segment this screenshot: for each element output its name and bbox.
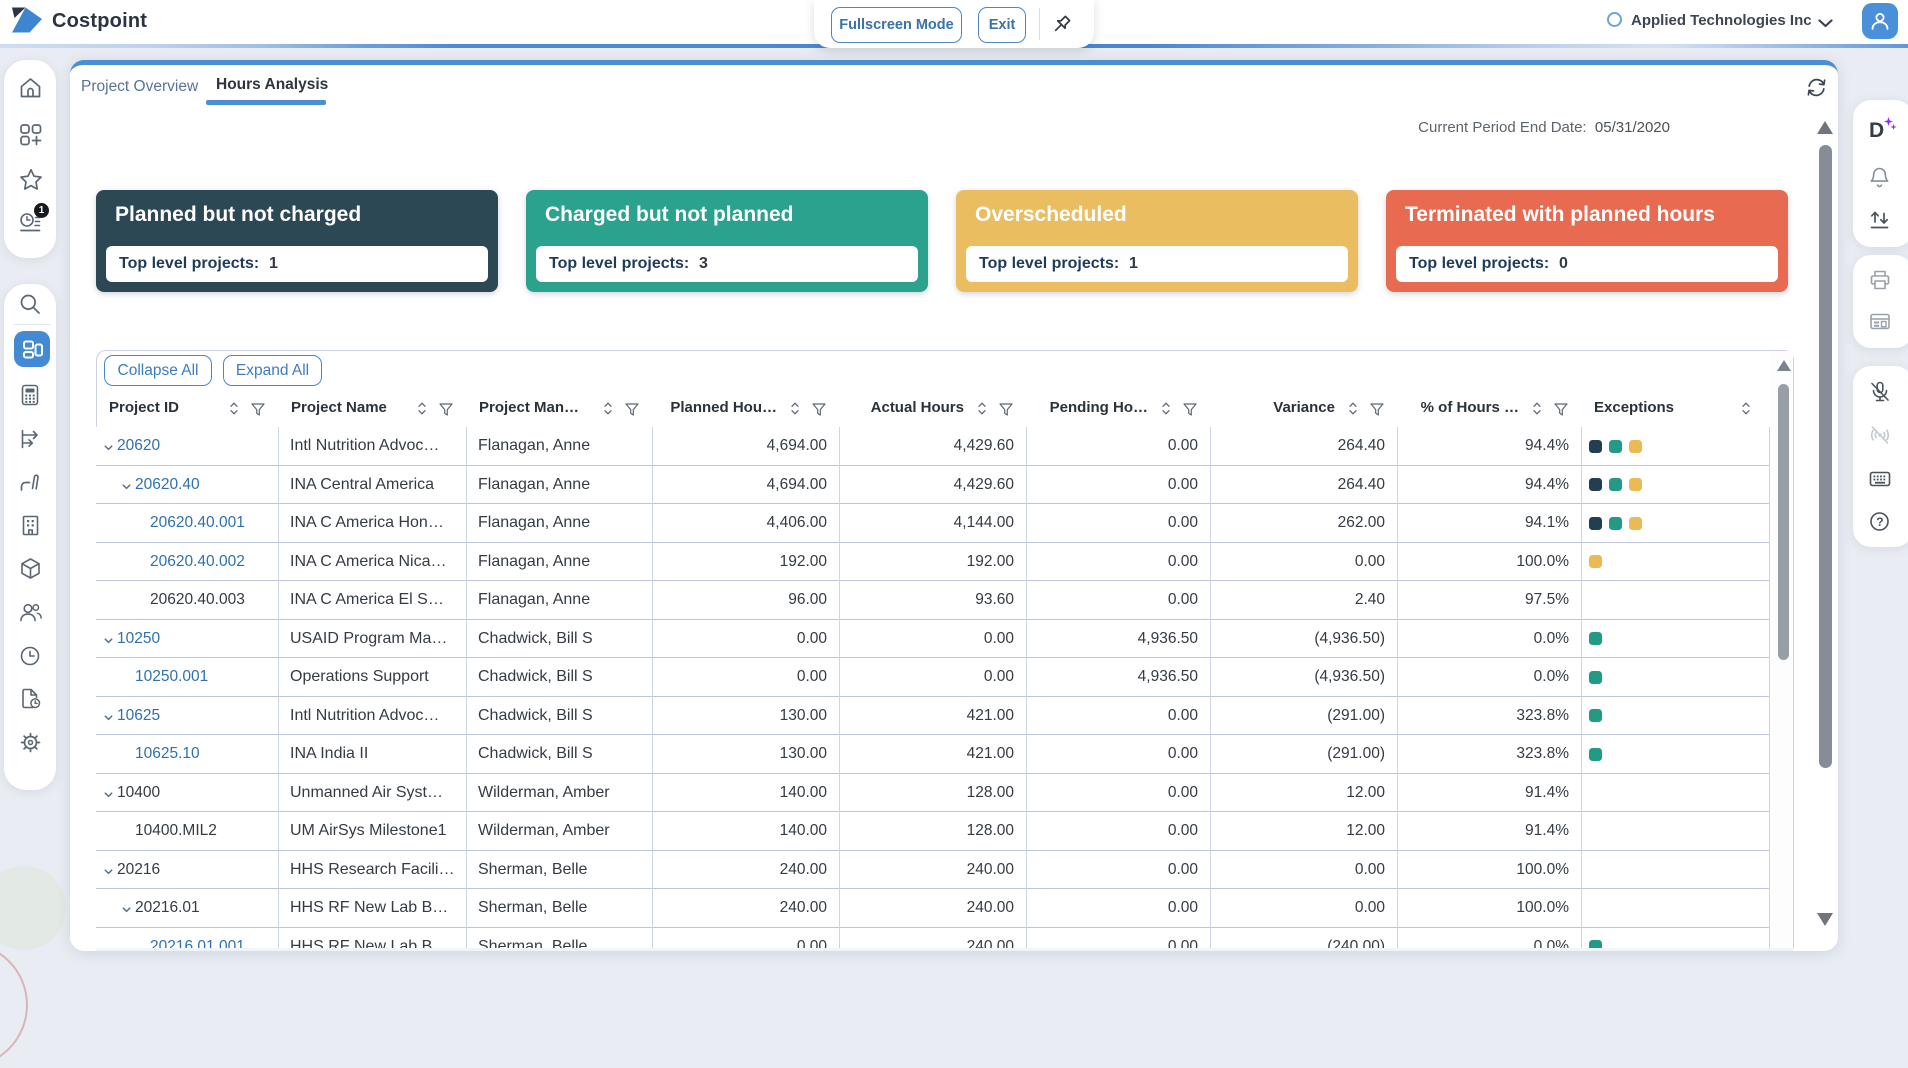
svg-text:?: ? — [1876, 515, 1883, 529]
svg-text:D: D — [1869, 119, 1884, 142]
